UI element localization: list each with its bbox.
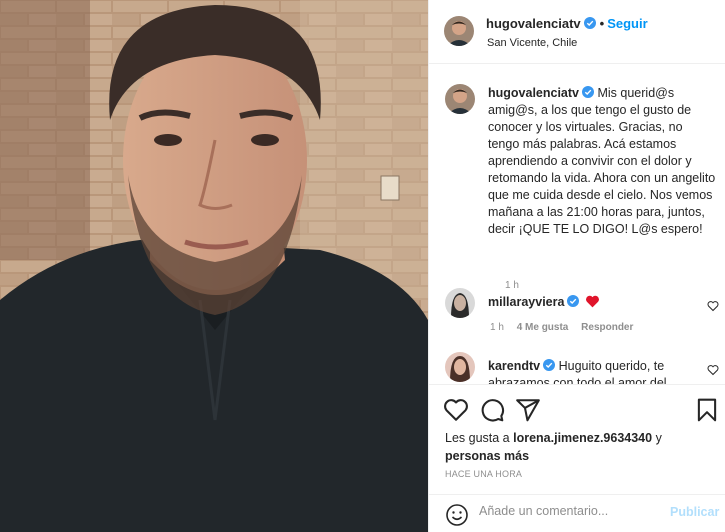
verified-badge-icon <box>583 17 596 29</box>
likes-user-link[interactable]: lorena.jimenez.9634340 <box>513 431 652 445</box>
heart-outline-icon[interactable] <box>707 300 719 312</box>
author-username[interactable]: hugovalenciatv <box>486 16 581 31</box>
emoji-icon[interactable] <box>445 503 469 527</box>
likes-middle: y <box>652 431 662 445</box>
commenter-avatar[interactable] <box>445 352 475 382</box>
caption-username[interactable]: hugovalenciatv <box>488 86 579 100</box>
post-actions: Les gusta a lorena.jimenez.9634340 y per… <box>429 384 725 494</box>
commenter-avatar[interactable] <box>445 288 475 318</box>
add-comment-bar: Publicar <box>429 494 725 532</box>
heart-outline-icon[interactable] <box>707 364 719 376</box>
share-icon[interactable] <box>515 397 541 423</box>
comment-text-block: millarayviera <box>488 294 688 311</box>
comment-likes[interactable]: 4 Me gusta <box>517 322 569 333</box>
bookmark-icon[interactable] <box>694 397 720 423</box>
comment-text-block: karendtv Huguito querido, te abrazamos c… <box>488 358 688 384</box>
caption-text: Mis querid@s amig@s, a los que tengo el … <box>488 86 716 236</box>
post-location[interactable]: San Vicente, Chile <box>487 37 577 49</box>
author-avatar[interactable] <box>444 16 474 46</box>
likes-others-link[interactable]: personas más <box>445 449 529 463</box>
photo-image <box>0 0 428 532</box>
separator-dot: • <box>599 16 605 31</box>
post-header: hugovalenciatv • Seguir San Vicente, Chile <box>429 0 725 64</box>
header-user-line: hugovalenciatv • Seguir <box>486 16 648 31</box>
comment-time[interactable]: 1 h <box>490 322 504 333</box>
comment-icon[interactable] <box>479 397 505 423</box>
likes-prefix: Les gusta a <box>445 431 514 445</box>
reply-button[interactable]: Responder <box>581 322 633 333</box>
caption-time[interactable]: 1 h <box>505 280 519 291</box>
caption-avatar[interactable] <box>445 84 475 114</box>
comment-input[interactable] <box>479 504 659 518</box>
comment-username[interactable]: karendtv <box>488 359 540 373</box>
likes-summary: Les gusta a lorena.jimenez.9634340 y per… <box>445 429 705 465</box>
verified-badge-icon <box>567 295 580 307</box>
like-heart-icon[interactable] <box>443 397 469 423</box>
heart-emoji-icon <box>585 295 599 308</box>
publish-button[interactable]: Publicar <box>670 505 719 519</box>
verified-badge-icon <box>582 86 594 98</box>
post-panel: hugovalenciatv • Seguir San Vicente, Chile… <box>428 0 725 532</box>
comment-meta: 1 h 4 Me gusta Responder <box>490 322 643 333</box>
comment-username[interactable]: millarayviera <box>488 295 564 309</box>
post-photo[interactable] <box>0 0 428 532</box>
post-timestamp[interactable]: HACE UNA HORA <box>445 469 522 479</box>
comments-list[interactable]: hugovalenciatv Mis querid@s amig@s, a lo… <box>429 64 725 384</box>
verified-badge-icon <box>543 359 556 371</box>
follow-button[interactable]: Seguir <box>607 16 647 31</box>
caption-text-block: hugovalenciatv Mis querid@s amig@s, a lo… <box>488 85 716 238</box>
